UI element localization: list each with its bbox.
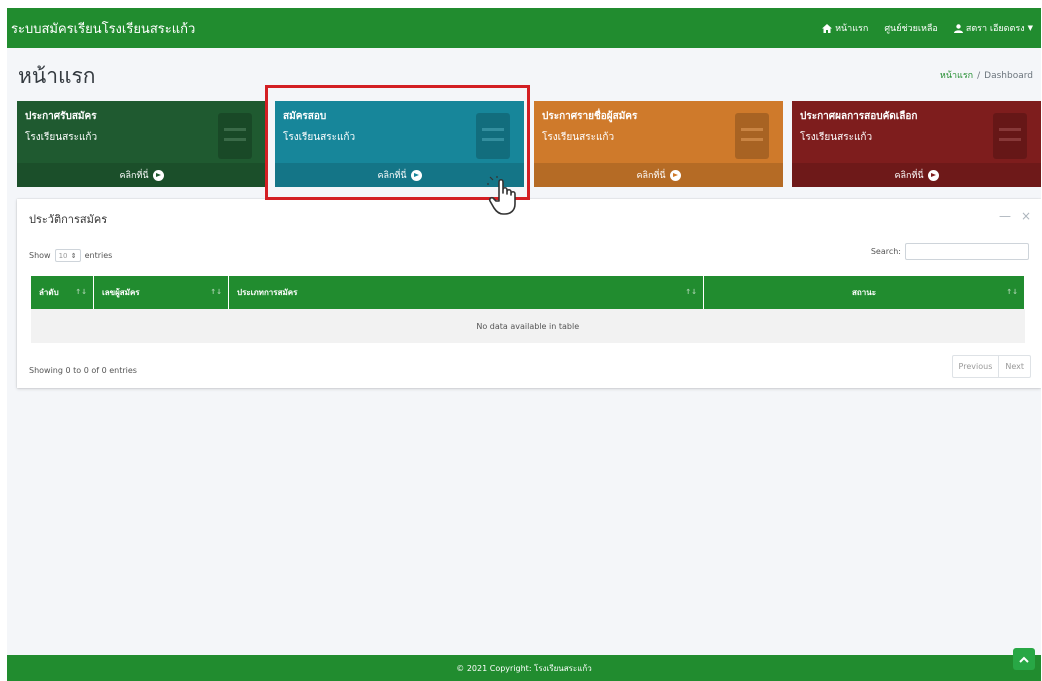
- arrow-circle-right-icon: [927, 169, 939, 181]
- sort-icon: ↑↓: [685, 288, 697, 296]
- table-info: Showing 0 to 0 of 0 entries: [29, 366, 137, 375]
- show-entries: Show 10 ⇕ entries: [29, 249, 112, 262]
- sort-arrows-icon: ⇕: [70, 251, 77, 260]
- nav-home-label: หน้าแรก: [835, 24, 869, 34]
- nav-help-label: ศูนย์ช่วยเหลือ: [884, 24, 938, 34]
- empty-message: No data available in table: [31, 309, 1025, 343]
- nav-help[interactable]: ศูนย์ช่วยเหลือ: [884, 21, 938, 35]
- home-icon: [822, 23, 833, 33]
- box-link[interactable]: คลิกที่นี่: [17, 163, 266, 187]
- app-window: ระบบสมัครเรียนโรงเรียนสระแก้ว หน้าแรก ศู…: [7, 8, 1041, 681]
- page-title: หน้าแรก: [18, 64, 96, 88]
- box-subtitle: โรงเรียนสระแก้ว: [800, 132, 873, 143]
- box-subtitle: โรงเรียนสระแก้ว: [25, 132, 98, 143]
- hand-pointer-icon: [487, 176, 516, 215]
- arrow-circle-right-icon: [152, 169, 164, 181]
- box-title: ประกาศรับสมัคร: [25, 111, 97, 122]
- nav-home[interactable]: หน้าแรก: [822, 21, 868, 35]
- box-exam-results: ประกาศผลการสอบคัดเลือก โรงเรียนสระแก้ว ค…: [792, 101, 1041, 187]
- next-button[interactable]: Next: [998, 356, 1030, 377]
- box-title: สมัครสอบ: [283, 111, 327, 122]
- collapse-icon[interactable]: —: [999, 209, 1011, 223]
- sort-icon: ↑↓: [210, 288, 222, 296]
- table-row: No data available in table: [31, 309, 1025, 343]
- breadcrumb-current: Dashboard: [984, 71, 1033, 81]
- box-link-label: คลิกที่นี่: [119, 171, 149, 181]
- close-icon[interactable]: ×: [1021, 209, 1031, 223]
- box-link-label: คลิกที่นี่: [377, 171, 407, 181]
- card-title: ประวัติการสมัคร: [29, 213, 108, 226]
- back-to-top-button[interactable]: [1013, 648, 1035, 670]
- box-title: ประกาศผลการสอบคัดเลือก: [800, 111, 918, 122]
- box-link[interactable]: คลิกที่นี่: [792, 163, 1041, 187]
- nav-menu: หน้าแรก ศูนย์ช่วยเหลือ สตรา เอียดตรง ▼: [806, 21, 1033, 35]
- history-table: ลำดับ ↑↓ เลขผู้สมัคร ↑↓ ประเภทการสมัคร ↑↓ ส…: [31, 276, 1025, 343]
- box-subtitle: โรงเรียนสระแก้ว: [283, 132, 356, 143]
- box-applicant-list: ประกาศรายชื่อผู้สมัคร โรงเรียนสระแก้ว คล…: [534, 101, 783, 187]
- history-card: ประวัติการสมัคร — × Show 10 ⇕ entries Sea…: [17, 199, 1041, 388]
- previous-button[interactable]: Previous: [953, 356, 999, 377]
- box-title: ประกาศรายชื่อผู้สมัคร: [542, 111, 638, 122]
- brand-title[interactable]: ระบบสมัครเรียนโรงเรียนสระแก้ว: [11, 18, 195, 39]
- nav-user-label: สตรา เอียดตรง: [965, 24, 1025, 34]
- page-footer: © 2021 Copyright: โรงเรียนสระแก้ว: [7, 655, 1041, 681]
- box-link[interactable]: คลิกที่นี่: [534, 163, 783, 187]
- entries-value: 10: [58, 251, 68, 260]
- top-navbar: ระบบสมัครเรียนโรงเรียนสระแก้ว หน้าแรก ศู…: [7, 8, 1041, 48]
- pagination: Previous Next: [951, 355, 1031, 378]
- nav-user-menu[interactable]: สตรา เอียดตรง ▼: [953, 21, 1033, 35]
- entries-select[interactable]: 10 ⇕: [54, 249, 81, 262]
- box-link-label: คลิกที่นี่: [894, 171, 924, 181]
- breadcrumb-home[interactable]: หน้าแรก: [940, 71, 973, 81]
- arrow-circle-right-icon: [669, 169, 681, 181]
- entries-label: entries: [84, 251, 113, 260]
- column-header[interactable]: ประเภทการสมัคร ↑↓: [228, 276, 704, 309]
- box-apply-exam: สมัครสอบ โรงเรียนสระแก้ว คลิกที่นี่: [275, 101, 524, 187]
- box-subtitle: โรงเรียนสระแก้ว: [542, 132, 615, 143]
- column-header[interactable]: ลำดับ ↑↓: [31, 276, 94, 309]
- user-icon: [953, 23, 963, 33]
- breadcrumb-separator: /: [977, 71, 981, 81]
- breadcrumb: หน้าแรก / Dashboard: [940, 68, 1033, 82]
- column-header[interactable]: เลขผู้สมัคร ↑↓: [93, 276, 229, 309]
- table-header-row: ลำดับ ↑↓ เลขผู้สมัคร ↑↓ ประเภทการสมัคร ↑↓ ส…: [31, 276, 1025, 309]
- search-box: Search:: [871, 243, 1029, 260]
- search-label: Search:: [870, 247, 901, 256]
- card-tools: — ×: [989, 209, 1031, 223]
- chevron-up-icon: [1019, 656, 1029, 663]
- show-label: Show: [29, 251, 51, 260]
- sort-icon: ↑↓: [75, 288, 87, 296]
- caret-down-icon: ▼: [1027, 24, 1033, 32]
- arrow-circle-right-icon: [410, 169, 422, 181]
- column-header[interactable]: สถานะ ↑↓: [703, 276, 1025, 309]
- sort-icon: ↑↓: [1006, 288, 1018, 296]
- box-announcement: ประกาศรับสมัคร โรงเรียนสระแก้ว คลิกที่นี…: [17, 101, 266, 187]
- search-input[interactable]: [905, 243, 1029, 260]
- box-link-label: คลิกที่นี่: [636, 171, 666, 181]
